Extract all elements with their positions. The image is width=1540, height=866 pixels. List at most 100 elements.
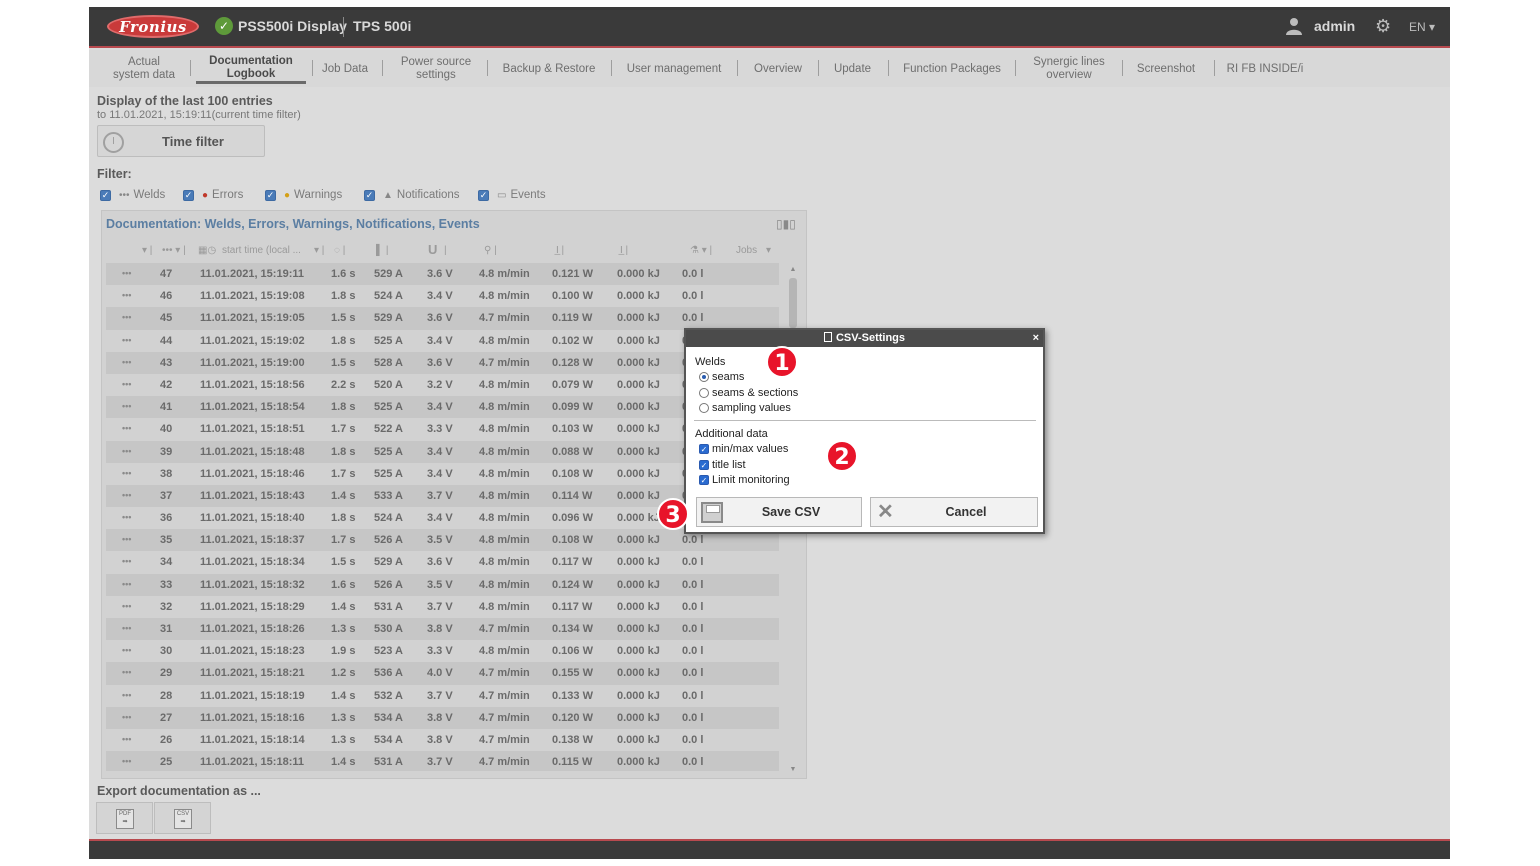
sampling-values-radio[interactable] [699,403,709,413]
column-separator: | [444,245,447,256]
table-row[interactable]: ••• 41 11.01.2021, 15:18:54 1.8 s 525 A 3.4 V… [106,396,779,419]
gear-icon[interactable]: ⚙ [1375,17,1391,35]
table-row[interactable]: ••• 34 11.01.2021, 15:18:34 1.5 s 529 A 3.6 V… [106,551,779,574]
filter-events[interactable]: ✓ ▭ Events [478,187,546,203]
user-name[interactable]: admin [1314,18,1355,34]
tab-user-management[interactable]: User management [621,54,727,84]
cell-current: 536 A [374,667,403,680]
table-row[interactable]: ••• 39 11.01.2021, 15:18:48 1.8 s 525 A 3.4 V… [106,440,779,463]
cell-time: 11.01.2021, 15:19:05 [200,312,305,325]
table-row[interactable]: ••• 47 11.01.2021, 15:19:11 1.6 s 529 A 3.6 V… [106,263,779,286]
column-start-time[interactable]: start time (local ... [222,245,301,259]
tab-power-source-settings[interactable]: Power source settings [389,54,483,84]
table-row[interactable]: ••• 40 11.01.2021, 15:18:51 1.7 s 522 A 3.3 V… [106,418,779,441]
calendar-icon: ▦◷ [198,245,217,256]
tab-documentation-logbook[interactable]: Documentation Logbook [196,54,306,84]
cell-feed: 4.7 m/min [479,312,530,325]
cell-power: 0.106 W [552,645,593,658]
cell-power: 0.138 W [552,733,593,746]
close-icon[interactable]: × [1033,330,1039,347]
cell-current: 529 A [374,312,403,325]
scroll-down-arrow[interactable]: ▼ [788,766,798,774]
limit-monitoring-checkbox[interactable]: ✓ [699,475,709,485]
sort-icon[interactable]: ▾ | [314,245,324,259]
cell-feed: 4.7 m/min [479,733,530,746]
title-list-checkbox[interactable]: ✓ [699,460,709,470]
option-seams-sections[interactable]: seams & sections [699,386,798,400]
table-row[interactable]: ••• 44 11.01.2021, 15:19:02 1.8 s 525 A 3.4 V… [106,329,779,352]
option-title-list[interactable]: ✓ title list [699,458,746,472]
filter-errors[interactable]: ✓ ● Errors [183,187,243,203]
column-settings-icon[interactable]: ▯▮▯ [776,217,798,233]
filter-welds-checkbox[interactable]: ✓ [100,189,111,201]
energy-column-icon[interactable]: I̲ | [620,245,628,259]
language-select[interactable]: EN ▾ [1409,20,1435,34]
user-icon[interactable] [1285,17,1303,35]
cell-current: 524 A [374,512,403,525]
seams-radio[interactable] [699,372,709,382]
option-seams[interactable]: seams [699,370,744,384]
table-row[interactable]: ••• 31 11.01.2021, 15:18:26 1.3 s 530 A 3.8 V… [106,618,779,641]
option-min-max-values[interactable]: ✓ min/max values [699,442,788,456]
nav-separator [888,60,889,76]
table-row[interactable]: ••• 38 11.01.2021, 15:18:46 1.7 s 525 A 3.4 V… [106,462,779,485]
filter-notifications[interactable]: ✓ ▲ Notifications [364,187,460,203]
scroll-thumb[interactable] [789,278,797,328]
table-row[interactable]: ••• 25 11.01.2021, 15:18:11 1.4 s 531 A 3.7 V… [106,751,779,771]
table-row[interactable]: ••• 43 11.01.2021, 15:19:00 1.5 s 528 A 3.6 V… [106,351,779,374]
cell-voltage: 3.4 V [427,445,453,458]
filter-welds[interactable]: ✓ ••• Welds [100,187,165,203]
tab-actual-system-data[interactable]: Actual system data [105,54,183,84]
duration-column-icon[interactable]: ◌ | [334,245,345,259]
sort-icon[interactable]: ▾ [766,245,771,259]
tab-synergic-lines-overview[interactable]: Synergic lines overview [1023,54,1115,84]
tab-screenshot[interactable]: Screenshot [1131,54,1201,84]
export-csv-button[interactable]: CSV ➡ [154,802,211,834]
filter-warnings[interactable]: ✓ ● Warnings [265,187,342,203]
power-column-icon[interactable]: I̲ | [556,245,564,259]
wire-feed-column-icon[interactable]: ⚲ | [484,245,497,259]
cell-power: 0.088 W [552,445,593,458]
table-row[interactable]: ••• 35 11.01.2021, 15:18:37 1.7 s 526 A 3.5 V… [106,529,779,552]
option-limit-monitoring[interactable]: ✓ Limit monitoring [699,473,790,487]
table-row[interactable]: ••• 27 11.01.2021, 15:18:16 1.3 s 534 A 3.8 V… [106,706,779,729]
scroll-up-arrow[interactable]: ▲ [788,266,798,274]
table-row[interactable]: ••• 46 11.01.2021, 15:19:08 1.8 s 524 A 3.4 V… [106,285,779,308]
cell-feed: 4.8 m/min [479,467,530,480]
tab-overview[interactable]: Overview [745,54,811,84]
table-row[interactable]: ••• 42 11.01.2021, 15:18:56 2.2 s 520 A 3.2 V… [106,373,779,397]
tab-function-packages[interactable]: Function Packages [897,54,1007,84]
cancel-button[interactable]: ✕ Cancel [870,497,1038,527]
min-max-checkbox[interactable]: ✓ [699,444,709,454]
cell-power: 0.100 W [552,290,593,303]
tab-update[interactable]: Update [825,54,880,84]
table-row[interactable]: ••• 33 11.01.2021, 15:18:32 1.6 s 526 A 3.5 V… [106,573,779,596]
table-row[interactable]: ••• 28 11.01.2021, 15:18:19 1.4 s 532 A 3.7 V… [106,684,779,707]
option-sampling-values[interactable]: sampling values [699,401,791,415]
column-jobs[interactable]: Jobs [736,245,757,259]
sort-icon[interactable]: ▾ | [142,245,152,259]
filter-notifications-checkbox[interactable]: ✓ [364,189,375,201]
seams-sections-radio[interactable] [699,388,709,398]
table-row[interactable]: ••• 30 11.01.2021, 15:18:23 1.9 s 523 A 3.3 V… [106,640,779,663]
tab-job-data[interactable]: Job Data [317,54,373,84]
filter-events-checkbox[interactable]: ✓ [478,189,489,201]
filter-errors-checkbox[interactable]: ✓ [183,189,194,201]
table-row[interactable]: ••• 29 11.01.2021, 15:18:21 1.2 s 536 A 4.0 V… [106,662,779,685]
current-column-icon[interactable]: ▌ | [376,245,388,259]
filter-warnings-checkbox[interactable]: ✓ [265,189,276,201]
cell-current: 526 A [374,534,403,547]
gas-column-icon[interactable]: ⚗ ▾ | [690,245,712,259]
table-row[interactable]: ••• 26 11.01.2021, 15:18:14 1.3 s 534 A 3.8 V… [106,728,779,752]
welds-column-icon[interactable]: ••• ▾ | [162,245,186,259]
save-csv-button[interactable]: Save CSV [696,497,862,527]
tab-backup-restore[interactable]: Backup & Restore [495,54,603,84]
export-pdf-button[interactable]: PDF ➡ [96,802,153,834]
cell-power: 0.096 W [552,512,593,525]
cell-no: 37 [160,489,173,502]
time-filter-button[interactable]: Time filter [97,125,265,157]
table-row[interactable]: ••• 32 11.01.2021, 15:18:29 1.4 s 531 A 3.7 V… [106,595,779,618]
tab-ri-fb-inside[interactable]: RI FB INSIDE/i [1223,54,1307,84]
table-row[interactable]: ••• 45 11.01.2021, 15:19:05 1.5 s 529 A 3.6 V… [106,307,779,330]
column-voltage[interactable]: U [428,242,437,257]
